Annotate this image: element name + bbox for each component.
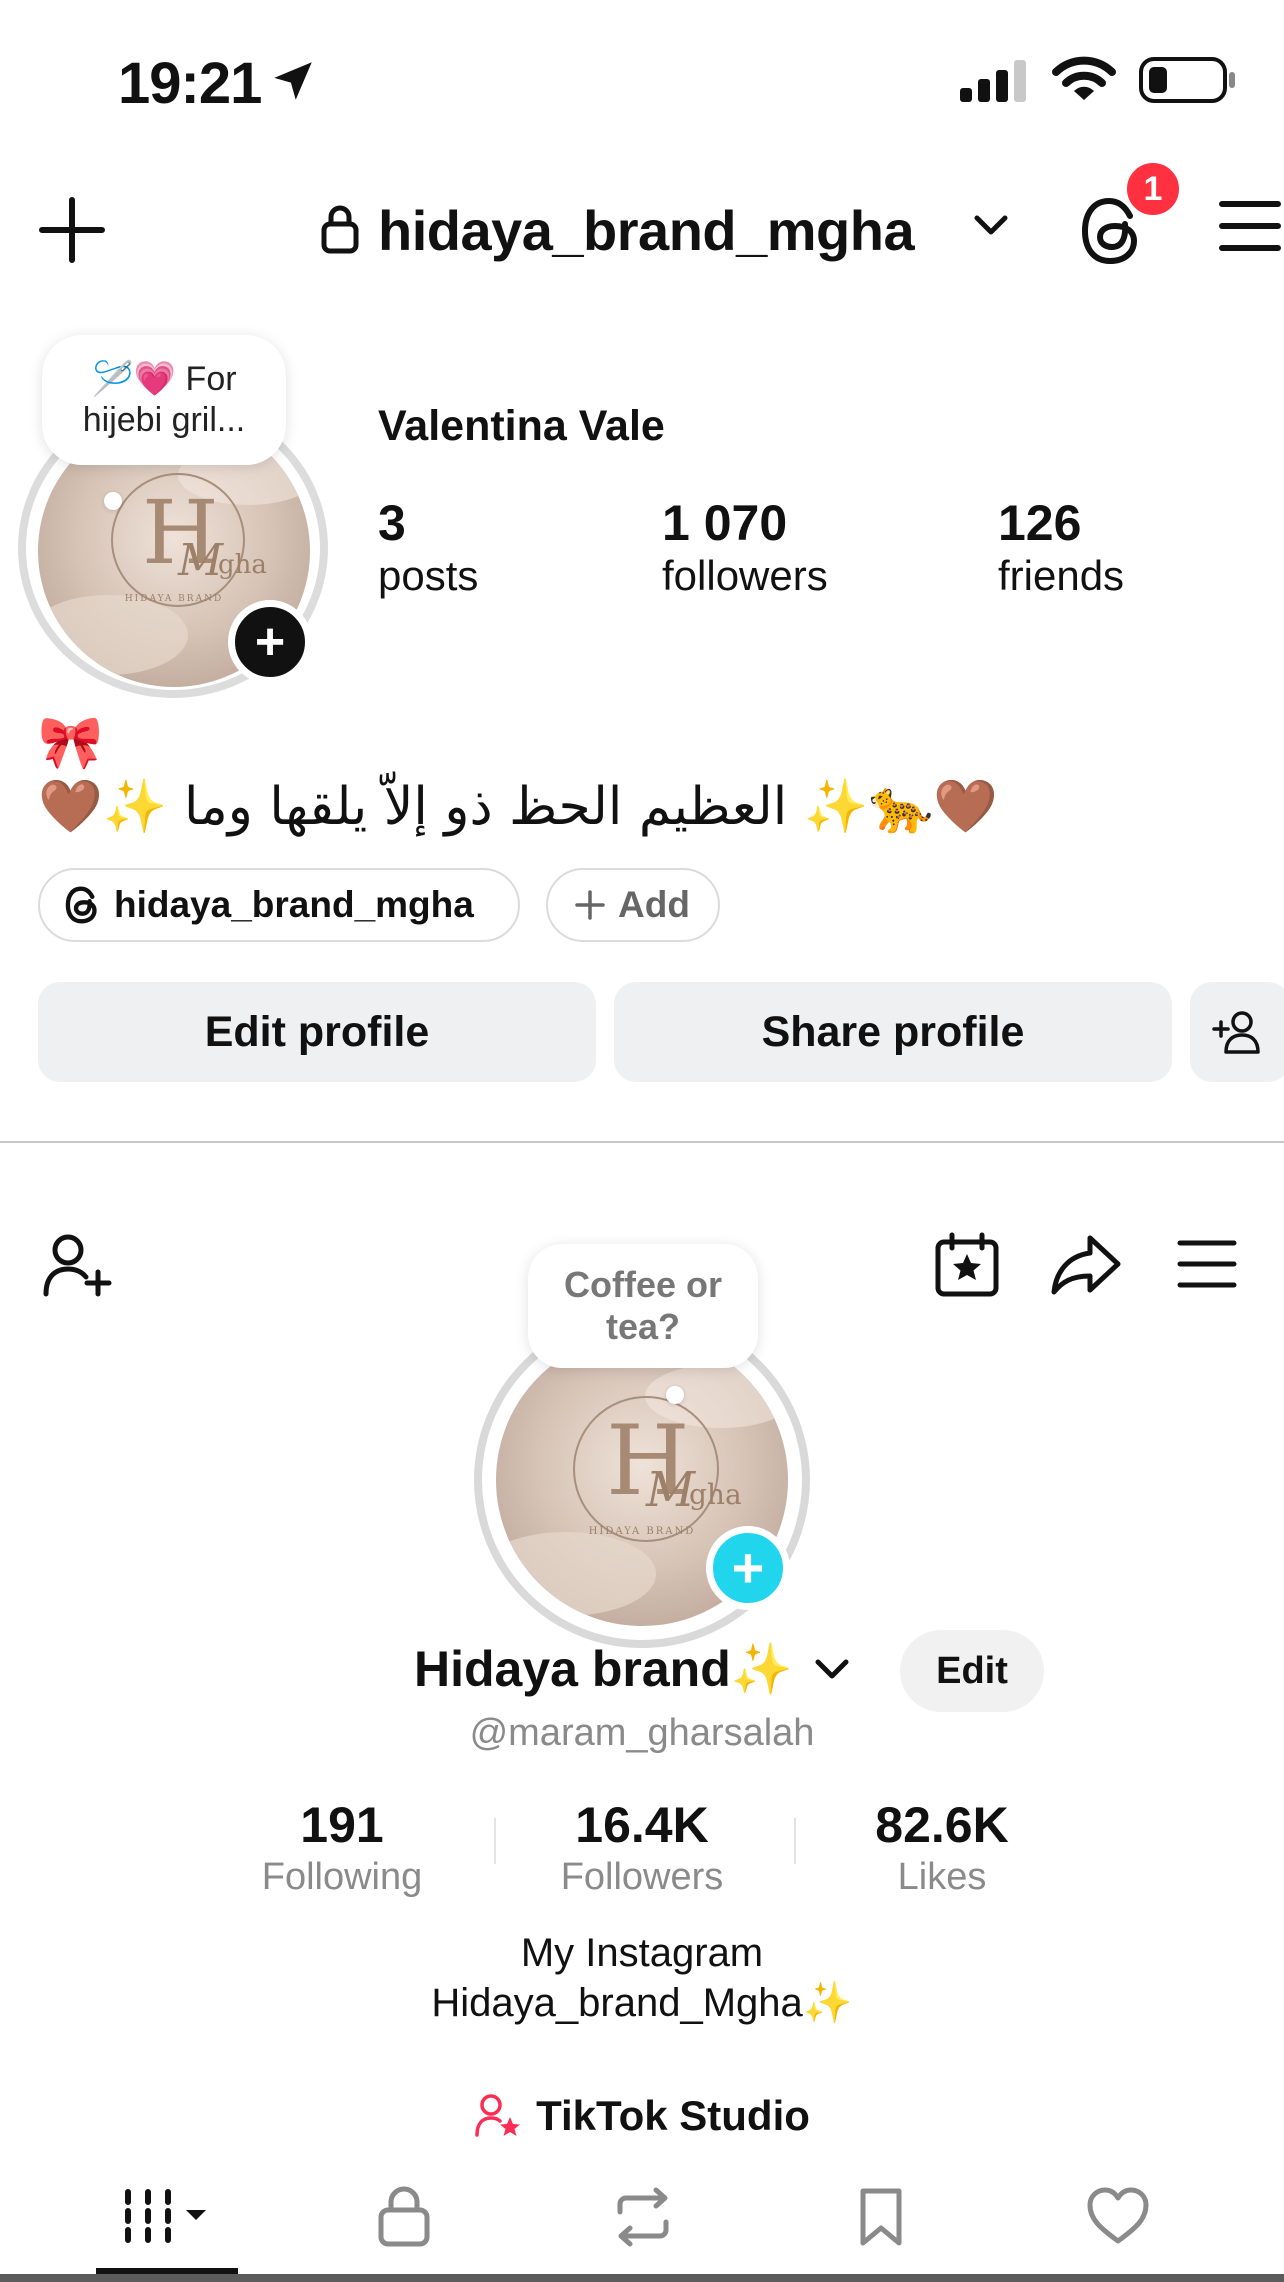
add-person-icon (1212, 1008, 1264, 1056)
menu-icon[interactable] (1176, 1238, 1238, 1290)
tab-reposts[interactable] (610, 2186, 676, 2248)
tab-favorites[interactable] (858, 2186, 904, 2248)
add-story-button[interactable]: + (228, 600, 312, 684)
bio-line: My Instagram (520, 1931, 764, 1975)
creator-star-icon (474, 2093, 522, 2139)
signal-icon (960, 60, 1030, 104)
stat-value: 3 (378, 495, 406, 551)
svg-text:HIDAYA BRAND: HIDAYA BRAND (589, 1526, 696, 1537)
share-icon[interactable] (1050, 1234, 1122, 1296)
heart-icon (1086, 2186, 1150, 2246)
svg-text:gha: gha (689, 1478, 742, 1511)
bio-line: 🤎✨ العظيم الحظ ذو إلاّ يلقها وما ✨🐆🤎 (38, 777, 998, 837)
account-switcher-username[interactable]: hidaya_brand_mgha (378, 198, 915, 263)
stat-value: 191 (300, 1797, 384, 1853)
bio-line: Hidaya_brand_Mgha✨ (431, 1981, 853, 2025)
chevron-down-icon[interactable] (974, 214, 1008, 238)
note-tail (104, 492, 122, 510)
navigation-arrow-icon (268, 56, 318, 106)
stat-followers[interactable]: 16.4K Followers (492, 1796, 792, 1899)
chevron-down-icon[interactable] (814, 1658, 850, 1682)
repost-icon (610, 2186, 676, 2248)
stat-label: Following (261, 1856, 423, 1898)
stat-likes[interactable]: 82.6K Likes (792, 1796, 1092, 1899)
stat-label: posts (378, 552, 479, 599)
status-time: 19:21 (118, 51, 262, 116)
video-grid-edge (0, 2274, 1284, 2282)
tiktok-studio-label: TikTok Studio (536, 2092, 810, 2139)
svg-text:HIDAYA BRAND: HIDAYA BRAND (125, 594, 223, 604)
profile-note[interactable]: Coffee or tea? (528, 1244, 758, 1368)
note-tail (666, 1386, 684, 1404)
battery-icon (1138, 56, 1238, 104)
lock-icon (320, 204, 360, 254)
add-link-pill[interactable]: Add (546, 868, 720, 942)
notification-badge: 1 (1124, 160, 1182, 218)
stat-followers[interactable]: 1 070 followers (662, 494, 828, 600)
lock-icon (376, 2186, 432, 2248)
stat-value: 82.6K (875, 1797, 1009, 1853)
edit-profile-button[interactable]: Edit profile (38, 982, 596, 1082)
stat-label: Likes (897, 1856, 987, 1898)
create-plus-icon[interactable] (38, 196, 106, 264)
stat-value: 1 070 (662, 495, 788, 551)
tab-private[interactable] (376, 2186, 432, 2248)
tiktok-studio-link[interactable]: TikTok Studio (0, 2092, 1284, 2140)
stat-label: followers (662, 552, 828, 599)
stat-posts[interactable]: 3 posts (378, 494, 478, 600)
wifi-icon (1052, 54, 1116, 104)
plus-icon (574, 889, 606, 921)
calendar-star-icon[interactable] (934, 1232, 1000, 1298)
profile-name[interactable]: Hidaya brand✨ (414, 1640, 793, 1699)
profile-handle: @maram_gharsalah (469, 1712, 815, 1754)
stat-following[interactable]: 191 Following (192, 1796, 492, 1899)
threads-link-pill[interactable]: hidaya_brand_mgha (38, 868, 520, 942)
stat-value: 16.4K (575, 1797, 709, 1853)
grid-icon (122, 2186, 214, 2246)
edit-button[interactable]: Edit (900, 1630, 1044, 1712)
add-friends-icon[interactable] (42, 1232, 114, 1298)
tab-videos[interactable] (122, 2186, 214, 2246)
threads-icon (64, 886, 100, 924)
svg-text:gha: gha (218, 550, 267, 580)
stat-label: Followers (560, 1856, 724, 1898)
bookmark-icon (858, 2186, 904, 2248)
stat-friends[interactable]: 126 friends (998, 494, 1124, 600)
stat-value: 126 (998, 495, 1082, 551)
bio-line: 🎀 (38, 714, 103, 772)
add-link-label: Add (618, 884, 690, 925)
screenshot-divider (0, 1141, 1284, 1143)
add-story-button[interactable]: + (706, 1526, 790, 1610)
discover-people-button[interactable] (1190, 982, 1284, 1082)
threads-link-label: hidaya_brand_mgha (114, 884, 474, 925)
display-name: Valentina Vale (378, 402, 665, 450)
svg-text:M: M (177, 535, 224, 586)
profile-note[interactable]: 🪡💗 For hijebi gril... (42, 335, 286, 465)
menu-icon[interactable] (1218, 198, 1282, 254)
share-profile-button[interactable]: Share profile (614, 982, 1172, 1082)
stat-label: friends (998, 552, 1125, 599)
tab-liked[interactable] (1086, 2186, 1150, 2246)
